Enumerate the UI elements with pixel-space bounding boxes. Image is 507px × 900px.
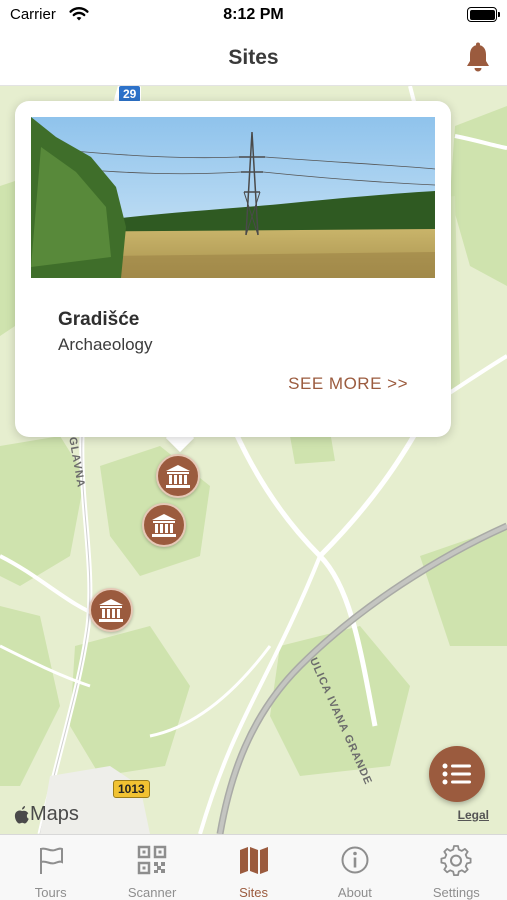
flag-icon bbox=[39, 847, 63, 874]
site-marker[interactable] bbox=[89, 588, 133, 632]
qr-code-icon bbox=[137, 845, 167, 875]
legal-link[interactable]: Legal bbox=[458, 808, 489, 822]
tab-label: Settings bbox=[432, 885, 480, 900]
see-more-button[interactable]: SEE MORE >> bbox=[288, 374, 408, 394]
site-marker-selected[interactable] bbox=[156, 454, 200, 498]
tab-label: Sites bbox=[239, 885, 268, 900]
navigation-bar: Sites bbox=[0, 30, 507, 86]
museum-icon bbox=[99, 599, 123, 622]
sites-screen: Carrier 8:12 PM Sites 29 1013 ULICA IVAN… bbox=[0, 0, 507, 900]
maps-attribution: Maps bbox=[14, 803, 79, 826]
tab-scanner[interactable]: Scanner bbox=[101, 835, 202, 900]
tab-label: Scanner bbox=[127, 885, 177, 900]
site-category: Archaeology bbox=[58, 335, 153, 354]
battery-icon bbox=[467, 7, 500, 22]
tab-bar: Tours Scanner Sites About Settings bbox=[0, 834, 507, 900]
museum-icon bbox=[166, 465, 190, 488]
info-icon bbox=[341, 846, 369, 874]
site-name: Gradišće bbox=[58, 309, 140, 330]
tab-label: Tours bbox=[34, 885, 67, 900]
status-time: 8:12 PM bbox=[223, 6, 284, 23]
apple-logo-icon bbox=[14, 806, 29, 824]
site-photo bbox=[31, 117, 435, 278]
gear-icon bbox=[440, 845, 472, 876]
maps-label: Maps bbox=[30, 803, 79, 825]
tab-sites[interactable]: Sites bbox=[203, 835, 304, 900]
site-marker[interactable] bbox=[142, 503, 186, 547]
tab-label: About bbox=[337, 885, 372, 900]
status-bar: Carrier 8:12 PM bbox=[0, 0, 507, 30]
bell-icon[interactable] bbox=[463, 42, 493, 74]
site-list-button[interactable] bbox=[429, 746, 485, 802]
list-icon bbox=[442, 763, 471, 785]
museum-icon bbox=[152, 514, 176, 537]
map-icon bbox=[239, 847, 268, 874]
site-callout-card[interactable]: Gradišće Archaeology SEE MORE >> bbox=[15, 101, 451, 437]
site-photo-image bbox=[31, 117, 435, 278]
road-shield-1013: 1013 bbox=[113, 780, 150, 798]
tab-settings[interactable]: Settings bbox=[406, 835, 507, 900]
page-title: Sites bbox=[228, 46, 279, 69]
tab-about[interactable]: About bbox=[304, 835, 405, 900]
tab-tours[interactable]: Tours bbox=[0, 835, 101, 900]
